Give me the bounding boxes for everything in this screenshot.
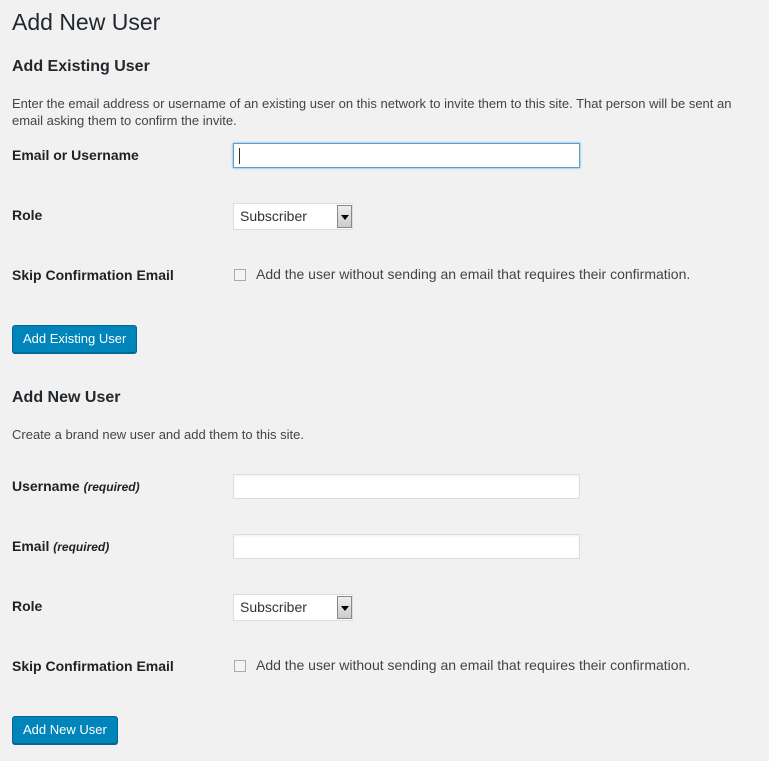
new-skip-label: Skip Confirmation Email (12, 658, 174, 674)
add-existing-description: Enter the email address or username of a… (12, 96, 732, 128)
new-skip-text: Add the user without sending an email th… (256, 657, 691, 673)
new-role-value: Subscriber (240, 599, 307, 615)
required-note: (required) (83, 480, 140, 494)
existing-role-label: Role (12, 207, 43, 223)
chevron-down-icon (337, 205, 352, 228)
email-or-username-input[interactable] (233, 143, 580, 168)
existing-skip-label: Skip Confirmation Email (12, 267, 174, 283)
add-existing-heading: Add Existing User (12, 58, 150, 75)
username-label: Username (required) (12, 478, 140, 494)
add-existing-user-button[interactable]: Add Existing User (12, 325, 138, 353)
add-new-description: Create a brand new user and add them to … (12, 427, 304, 442)
add-new-heading: Add New User (12, 389, 121, 406)
new-role-label: Role (12, 598, 43, 614)
email-input[interactable] (233, 534, 580, 559)
chevron-down-icon (337, 596, 352, 619)
new-role-select[interactable]: Subscriber (233, 594, 353, 621)
existing-role-select[interactable]: Subscriber (233, 203, 353, 230)
new-skip-checkbox[interactable] (234, 660, 246, 672)
required-note: (required) (53, 540, 110, 554)
email-label-text: Email (12, 538, 50, 554)
page-title: Add New User (12, 9, 161, 35)
text-caret (239, 148, 240, 164)
username-input[interactable] (233, 474, 580, 499)
username-label-text: Username (12, 478, 80, 494)
existing-skip-text: Add the user without sending an email th… (256, 266, 691, 282)
email-or-username-label: Email or Username (12, 147, 139, 163)
existing-skip-checkbox[interactable] (234, 269, 246, 281)
add-new-user-button[interactable]: Add New User (12, 716, 118, 744)
existing-role-value: Subscriber (240, 208, 307, 224)
email-label: Email (required) (12, 538, 109, 554)
